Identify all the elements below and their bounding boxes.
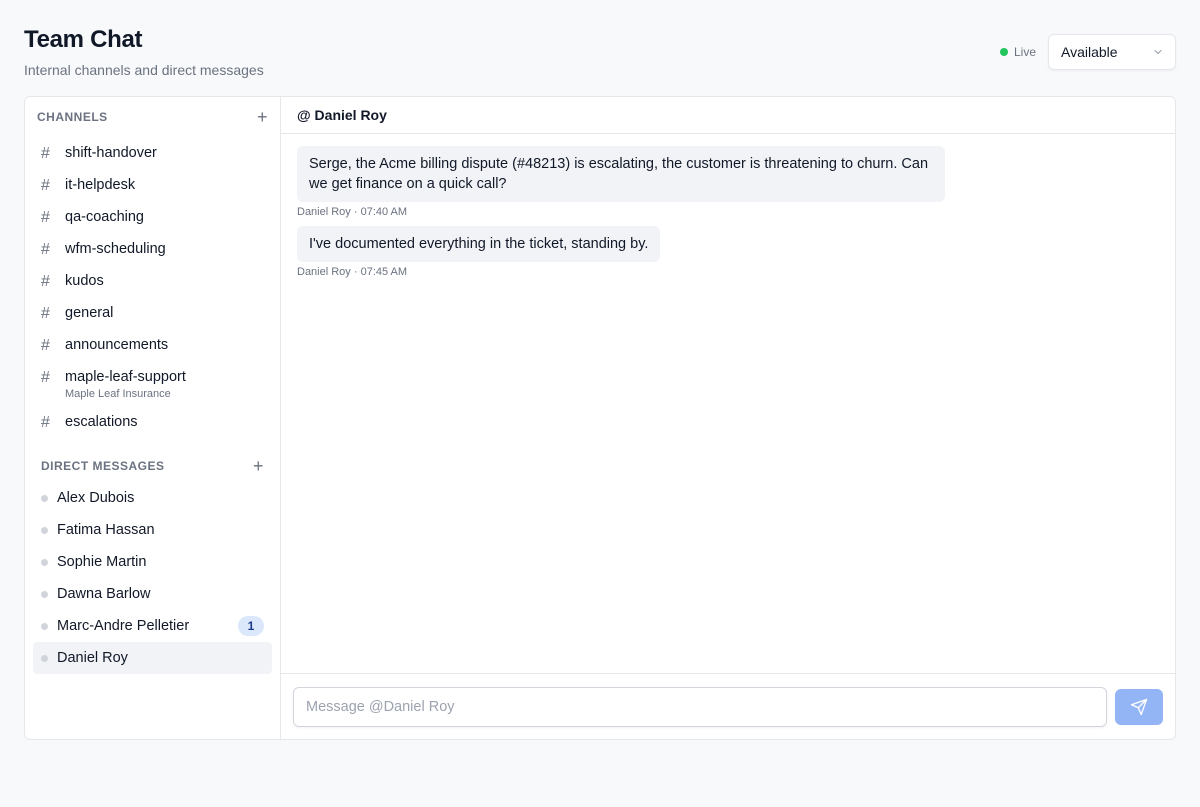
sidebar-dm-dawna-barlow[interactable]: Dawna Barlow: [33, 578, 272, 610]
sidebar-channel-shift-handover[interactable]: # shift-handover: [33, 137, 272, 169]
page-title: Team Chat: [24, 26, 143, 53]
channel-name: announcements: [65, 337, 169, 353]
channel-name: kudos: [65, 273, 104, 289]
sidebar-channel-announcements[interactable]: # announcements: [33, 329, 272, 361]
hash-icon: #: [41, 177, 50, 194]
hash-icon: #: [41, 241, 50, 258]
live-label: Live: [1013, 45, 1036, 59]
channel-text: kudos: [65, 272, 104, 291]
chat-panel: CHANNELS + # shift-handover # it-helpdesk # q…: [24, 96, 1176, 740]
sidebar-channel-general[interactable]: # general: [33, 297, 272, 329]
message-bubble: I've documented everything in the ticket…: [297, 226, 661, 262]
dm-name: Daniel Roy: [57, 650, 128, 666]
channel-text: general: [65, 304, 113, 323]
sidebar-dm-alex-dubois[interactable]: Alex Dubois: [33, 482, 272, 514]
hash-icon: #: [41, 273, 50, 290]
chevron-down-icon: [1154, 49, 1162, 55]
hash-icon: #: [41, 305, 50, 322]
conversation-header: @ Daniel Roy: [281, 97, 1175, 134]
dms-section-header: DIRECT MESSAGES +: [25, 450, 280, 482]
page-header: Team Chat Internal channels and direct m…: [24, 24, 264, 78]
live-indicator: Live: [999, 45, 1036, 59]
add-channel-icon[interactable]: +: [257, 108, 268, 126]
dms-heading: DIRECT MESSAGES: [41, 459, 165, 473]
channels-section-header: CHANNELS +: [25, 97, 280, 137]
channel-subtitle: Maple Leaf Insurance: [65, 388, 171, 400]
sidebar-channel-it-helpdesk[interactable]: # it-helpdesk: [33, 169, 272, 201]
dm-name: Dawna Barlow: [57, 586, 151, 602]
sidebar-dm-daniel-roy[interactable]: Daniel Roy: [33, 642, 272, 674]
status-area: Live Available: [999, 34, 1176, 70]
page-subtitle: Internal channels and direct messages: [24, 62, 264, 78]
channel-text: announcements: [65, 336, 168, 355]
channel-name: maple-leaf-support: [65, 369, 186, 385]
hash-icon: #: [41, 209, 50, 226]
message: Serge, the Acme billing dispute (#48213)…: [297, 146, 1159, 218]
availability-value: Available: [1061, 44, 1118, 60]
hash-icon: #: [41, 145, 50, 162]
add-dm-icon[interactable]: +: [253, 457, 264, 475]
message-meta: Daniel Roy · 07:40 AM: [297, 206, 408, 218]
sidebar-dm-marc-andre-pelletier[interactable]: Marc-Andre Pelletier 1: [33, 610, 272, 642]
dm-name: Alex Dubois: [57, 490, 135, 506]
channel-text: escalations: [65, 413, 138, 432]
unread-badge: 1: [238, 616, 264, 636]
availability-select[interactable]: Available: [1048, 34, 1176, 70]
hash-icon: #: [41, 414, 50, 431]
message-meta: Daniel Roy · 07:45 AM: [297, 266, 408, 278]
channel-name: it-helpdesk: [65, 177, 136, 193]
send-button[interactable]: [1115, 688, 1163, 725]
presence-dot-icon: [41, 526, 48, 534]
hash-icon: #: [41, 369, 50, 386]
message-list: Serge, the Acme billing dispute (#48213)…: [281, 134, 1175, 298]
sidebar-channel-maple-leaf-support[interactable]: # maple-leaf-support Maple Leaf Insurance: [33, 361, 272, 406]
sidebar-dm-sophie-martin[interactable]: Sophie Martin: [33, 546, 272, 578]
presence-dot-icon: [41, 654, 48, 662]
channel-list: # shift-handover # it-helpdesk # qa-coaching #…: [25, 137, 280, 438]
sidebar-channel-escalations[interactable]: # escalations: [33, 406, 272, 438]
dm-name: Sophie Martin: [57, 554, 147, 570]
send-icon: [1130, 698, 1148, 715]
sidebar-channel-wfm-scheduling[interactable]: # wfm-scheduling: [33, 233, 272, 265]
channels-heading: CHANNELS: [37, 110, 108, 124]
dm-name: Fatima Hassan: [57, 522, 155, 538]
channel-text: qa-coaching: [65, 208, 144, 227]
channel-text: it-helpdesk: [65, 176, 135, 195]
message-bubble: Serge, the Acme billing dispute (#48213)…: [297, 146, 945, 202]
message: I've documented everything in the ticket…: [297, 226, 1159, 278]
channel-name: qa-coaching: [65, 209, 144, 225]
channel-name: wfm-scheduling: [65, 241, 166, 257]
presence-dot-icon: [41, 494, 48, 502]
sidebar-channel-qa-coaching[interactable]: # qa-coaching: [33, 201, 272, 233]
message-input[interactable]: [293, 686, 1107, 727]
sidebar-channel-kudos[interactable]: # kudos: [33, 265, 272, 297]
channel-name: shift-handover: [65, 145, 157, 161]
channel-text: shift-handover: [65, 144, 157, 163]
conversation-pane: @ Daniel Roy Serge, the Acme billing dis…: [281, 97, 1175, 739]
presence-dot-icon: [41, 590, 48, 598]
channel-name: general: [65, 305, 114, 321]
presence-dot-icon: [41, 622, 48, 630]
sidebar-dm-fatima-hassan[interactable]: Fatima Hassan: [33, 514, 272, 546]
presence-dot-icon: [41, 558, 48, 566]
composer: [281, 673, 1175, 739]
channel-text: wfm-scheduling: [65, 240, 166, 259]
channel-name: escalations: [65, 414, 138, 430]
channel-text: maple-leaf-support Maple Leaf Insurance: [65, 368, 186, 400]
hash-icon: #: [41, 337, 50, 354]
live-dot-icon: [999, 48, 1008, 56]
sidebar: CHANNELS + # shift-handover # it-helpdesk # q…: [25, 97, 281, 739]
dm-name: Marc-Andre Pelletier: [57, 618, 190, 634]
dm-list: Alex Dubois Fatima Hassan Sophie Martin Daw…: [25, 482, 280, 674]
